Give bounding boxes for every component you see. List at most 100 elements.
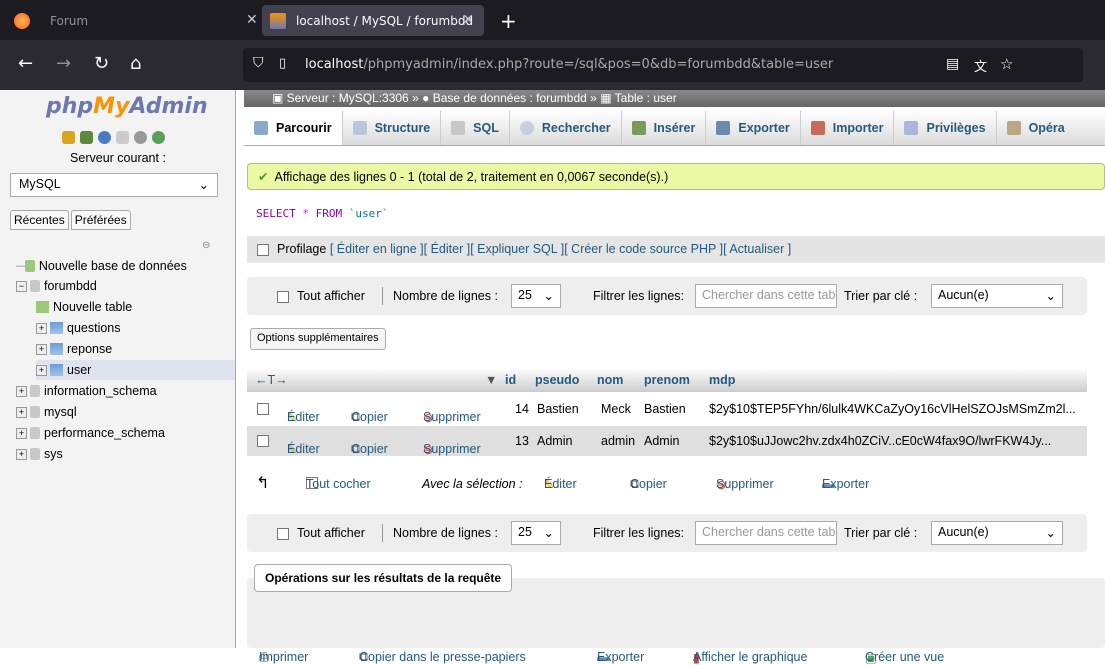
more-options-button[interactable]: Options supplémentaires [250, 328, 386, 350]
close-tab-icon[interactable]: ✕ [462, 12, 474, 28]
tree-item-sys[interactable]: + sys [16, 444, 63, 464]
cell-pseudo[interactable]: Admin [537, 434, 572, 448]
table-icon [50, 364, 63, 376]
rows-label: Nombre de lignes : [393, 526, 498, 540]
cell-nom[interactable]: Meck [601, 402, 631, 416]
tab-structure[interactable]: Structure [343, 111, 442, 145]
show-all-checkbox[interactable] [277, 527, 289, 540]
tab-recent[interactable]: Récentes [10, 210, 69, 230]
browser-tab-bar: Forum ✕ localhost / MySQL / forumbdd ✕ + [0, 0, 1105, 40]
row-checkbox[interactable] [257, 403, 269, 415]
reload-nav-icon[interactable] [152, 131, 165, 144]
link-explain[interactable]: [ Expliquer SQL ] [470, 242, 564, 256]
sql-query[interactable]: SELECT * FROM `user` [256, 207, 389, 220]
breadcrumb-table[interactable]: Table : user [615, 91, 677, 105]
logout-icon[interactable] [80, 131, 93, 144]
tab-rechercher[interactable]: Rechercher [510, 111, 622, 145]
rows-select[interactable]: 25 ⌄ [511, 284, 561, 308]
expand-icon[interactable]: + [36, 343, 47, 355]
home-icon[interactable]: ⌂ [130, 53, 141, 74]
col-mdp[interactable]: mdp [709, 373, 735, 387]
cell-prenom[interactable]: Bastien [644, 402, 686, 416]
help-icon[interactable] [98, 131, 111, 144]
col-prenom[interactable]: prenom [644, 373, 690, 387]
phpmyadmin-logo[interactable]: phpMyAdmin [46, 94, 208, 119]
show-all-checkbox[interactable] [277, 290, 289, 303]
bulk-actions: ↰ Tout cocher Avec la sélection : ✎ Édite… [256, 475, 870, 492]
breadcrumb-server[interactable]: Serveur : MySQL:3306 [287, 91, 409, 105]
column-arrows[interactable]: ←T→ [255, 373, 288, 387]
forward-icon[interactable]: → [56, 53, 71, 74]
filter-input[interactable]: Chercher dans cette tab [695, 284, 837, 308]
url-bar[interactable]: ⛉ ▯ localhost/phpmyadmin/index.php?route… [243, 48, 1083, 82]
new-tab-icon[interactable]: + [500, 9, 517, 33]
tree-item-information-schema[interactable]: + information_schema [16, 381, 157, 401]
reload-icon[interactable]: ↻ [94, 53, 109, 74]
home-icon[interactable] [62, 131, 75, 144]
link-icon[interactable]: ⊖ [202, 240, 210, 251]
tab-exporter[interactable]: Exporter [706, 111, 801, 145]
table-icon [50, 343, 63, 355]
tab-operations[interactable]: Opéra [997, 111, 1075, 145]
expand-icon[interactable]: + [36, 364, 47, 376]
translate-icon[interactable]: 文 [974, 56, 987, 75]
sort-select[interactable]: Aucun(e) ⌄ [931, 521, 1063, 545]
expand-icon[interactable]: + [36, 322, 47, 334]
tab-phpmyadmin[interactable]: localhost / MySQL / forumbdd ✕ [262, 5, 484, 36]
tree-item-mysql[interactable]: + mysql [16, 402, 77, 422]
tab-favorites[interactable]: Préférées [70, 210, 131, 230]
tab-parcourir[interactable]: Parcourir [244, 111, 343, 145]
row-checkbox[interactable] [257, 435, 269, 447]
col-id[interactable]: id [505, 373, 516, 387]
tree-item-user[interactable]: + user [36, 360, 235, 380]
sort-select[interactable]: Aucun(e) ⌄ [931, 284, 1063, 308]
link-edit[interactable]: [ Éditer ] [424, 242, 471, 256]
tree-item-reponse[interactable]: + reponse [36, 339, 112, 359]
reader-view-icon[interactable]: ▤ [946, 56, 959, 72]
tab-inserer[interactable]: Insérer [622, 111, 707, 145]
tree-item-questions[interactable]: + questions [36, 318, 121, 338]
expand-icon[interactable]: + [16, 427, 27, 439]
cell-pseudo[interactable]: Bastien [537, 402, 579, 416]
col-nom[interactable]: nom [597, 373, 623, 387]
cell-id[interactable]: 13 [515, 434, 529, 448]
rows-select[interactable]: 25 ⌄ [511, 521, 561, 545]
tree-item-new-db[interactable]: ─ Nouvelle base de données [16, 256, 187, 276]
cell-id[interactable]: 14 [515, 402, 529, 416]
col-pseudo[interactable]: pseudo [535, 373, 579, 387]
bookmark-star-icon[interactable]: ☆ [1000, 55, 1013, 73]
expand-icon[interactable]: + [16, 385, 27, 397]
show-all-toggle[interactable]: Tout afficher [277, 289, 365, 303]
profiling-checkbox[interactable] [257, 243, 269, 256]
link-refresh[interactable]: [ Actualiser ] [723, 242, 791, 256]
cell-mdp[interactable]: $2y$10$TEP5FYhn/6lulk4WKCaZyOy16cVlHelSZ… [709, 402, 1084, 416]
tab-privileges[interactable]: Privilèges [894, 111, 997, 145]
chevron-down-icon: ⌄ [198, 178, 209, 192]
server-select[interactable]: MySQL ⌄ [10, 173, 218, 197]
chevron-down-icon: ⌄ [1045, 289, 1056, 303]
tab-forum[interactable]: Forum [14, 5, 234, 36]
expand-icon[interactable]: + [16, 448, 27, 460]
docs-icon[interactable] [116, 131, 129, 144]
tree-item-new-table[interactable]: Nouvelle table [36, 297, 132, 317]
cell-prenom[interactable]: Admin [644, 434, 679, 448]
tab-sql[interactable]: SQL [441, 111, 510, 145]
cell-mdp[interactable]: $2y$10$uJJowc2hv.zdx4h0ZCiV..cE0cW4fax9O… [709, 434, 1084, 448]
breadcrumb-db[interactable]: Base de données : forumbdd [433, 91, 587, 105]
expand-icon[interactable]: + [16, 406, 27, 418]
tree-item-performance-schema[interactable]: + performance_schema [16, 423, 165, 443]
link-edit-inline[interactable]: [ Éditer en ligne ] [330, 242, 424, 256]
sort-icon[interactable]: ▼ [485, 373, 497, 387]
collapse-icon[interactable]: − [16, 280, 27, 292]
filter-input[interactable]: Chercher dans cette tab [695, 521, 837, 545]
cell-nom[interactable]: admin [601, 434, 635, 448]
tab-importer[interactable]: Importer [801, 111, 895, 145]
filter-label: Filtrer les lignes: [593, 526, 684, 540]
db-icon [30, 406, 40, 418]
show-all-toggle[interactable]: Tout afficher [277, 526, 365, 540]
tree-item-forumbdd[interactable]: − forumbdd [16, 276, 97, 296]
close-tab-icon[interactable]: ✕ [246, 12, 258, 28]
link-php-code[interactable]: [ Créer le code source PHP ] [564, 242, 723, 256]
back-icon[interactable]: ← [18, 53, 33, 74]
settings-icon[interactable] [134, 131, 147, 144]
